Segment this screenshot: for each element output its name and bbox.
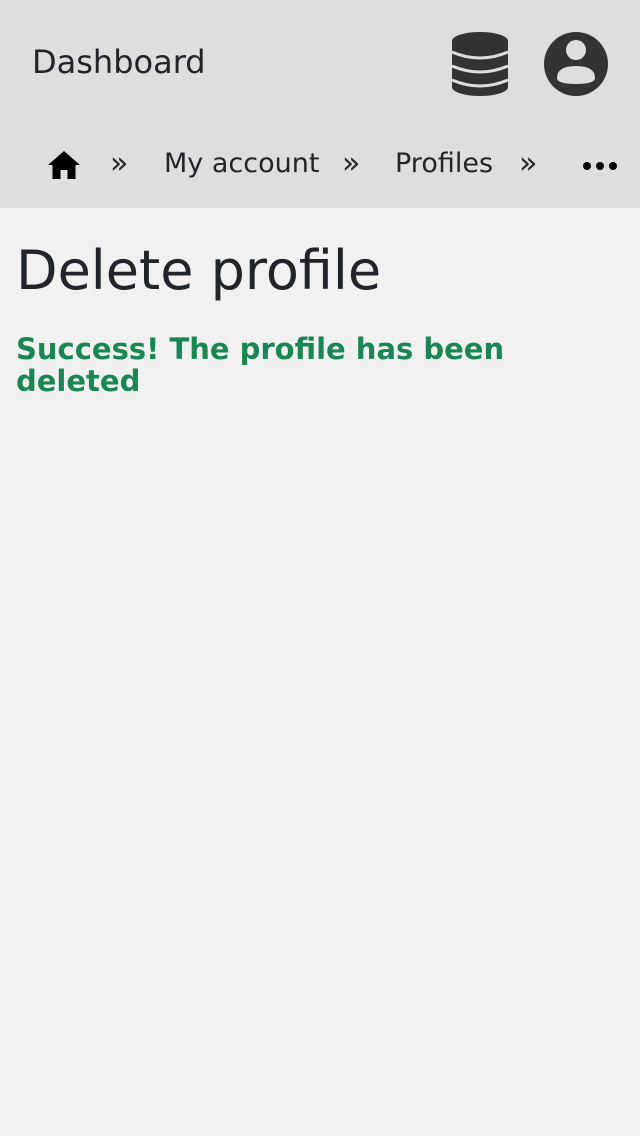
breadcrumb-profiles[interactable]: Profiles: [395, 144, 493, 184]
page-title: Delete profile: [16, 239, 382, 302]
user-circle-icon: [544, 32, 608, 96]
success-alert: Success! The profile has been deleted: [16, 332, 505, 398]
account-button[interactable]: [543, 31, 609, 97]
breadcrumb-more-button[interactable]: [580, 152, 620, 180]
breadcrumb-separator: »: [519, 146, 538, 181]
ellipsis-icon: [583, 162, 617, 170]
database-icon: [451, 32, 509, 96]
database-button[interactable]: [448, 30, 512, 98]
